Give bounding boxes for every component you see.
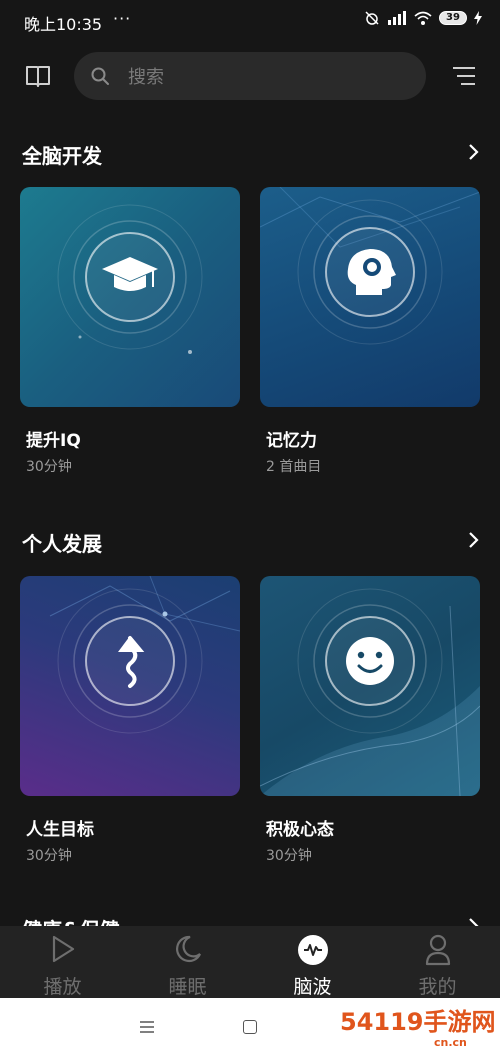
nav-item-brainwave[interactable]: 脑波	[250, 926, 375, 998]
card-title: 人生目标	[26, 820, 94, 840]
book-icon[interactable]	[24, 62, 52, 90]
nav-label: 睡眠	[168, 976, 207, 998]
status-bar: 晚上10:35 ··· 39	[0, 0, 500, 44]
wifi-icon	[414, 11, 432, 25]
card-art	[260, 187, 480, 345]
nav-label: 播放	[43, 976, 82, 998]
menu-icon[interactable]	[452, 64, 476, 88]
nav-item-play[interactable]: 播放	[0, 926, 125, 998]
charging-bolt-icon	[474, 11, 482, 25]
card-memory[interactable]	[260, 187, 480, 407]
bottom-nav: 播放 睡眠 脑波 我的	[0, 926, 500, 998]
card-art	[49, 576, 240, 734]
card-life-goals[interactable]	[20, 576, 240, 796]
status-time: 晚上10:35	[24, 15, 103, 34]
card-positive-mindset[interactable]	[260, 576, 480, 796]
search-bar[interactable]	[74, 52, 426, 102]
search-input[interactable]	[126, 52, 410, 102]
nav-label: 我的	[418, 976, 457, 998]
smiley-icon	[346, 637, 394, 685]
chevron-right-icon[interactable]	[466, 143, 482, 161]
moon-icon	[175, 935, 201, 963]
section-title-personal-development: 个人发展	[22, 532, 102, 556]
card-subtitle: 30分钟	[26, 459, 72, 475]
section-title-brain-development: 全脑开发	[22, 144, 102, 168]
card-iq[interactable]	[20, 187, 240, 407]
card-title: 提升IQ	[26, 431, 81, 451]
search-icon	[91, 67, 109, 85]
card-title: 积极心态	[266, 820, 334, 840]
signal-icon	[388, 11, 406, 25]
chevron-right-icon[interactable]	[466, 531, 482, 549]
card-art	[57, 204, 203, 354]
status-more-dots: ···	[113, 9, 132, 28]
brainwave-icon	[297, 935, 328, 965]
card-title: 记忆力	[266, 431, 317, 451]
battery-indicator: 39	[439, 11, 467, 25]
person-icon	[425, 934, 450, 966]
status-icons: 39	[364, 10, 482, 26]
alarm-off-icon	[365, 11, 379, 25]
nav-item-sleep[interactable]: 睡眠	[125, 926, 250, 998]
home-button[interactable]	[243, 1020, 257, 1034]
play-icon	[52, 935, 74, 963]
card-subtitle: 2 首曲目	[266, 459, 322, 475]
watermark-logo: 54119手游网	[340, 1008, 496, 1036]
card-subtitle: 30分钟	[26, 848, 72, 864]
recent-apps-icon[interactable]	[139, 1020, 155, 1034]
nav-item-me[interactable]: 我的	[375, 926, 500, 998]
nav-label: 脑波	[293, 976, 332, 998]
watermark-sub: cn.cn	[434, 1036, 467, 1049]
top-header	[0, 50, 500, 106]
card-subtitle: 30分钟	[266, 848, 312, 864]
card-art	[260, 588, 480, 796]
